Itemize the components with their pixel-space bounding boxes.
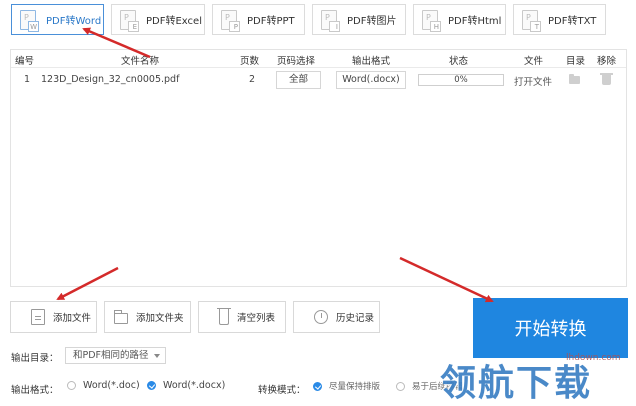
tab-pdf-to-html[interactable]: PH PDF转Html <box>413 4 506 35</box>
tab-label: PDF转Excel <box>146 16 202 27</box>
clear-list-label: 清空列表 <box>237 313 276 324</box>
mode-keep-layout-label: 尽量保持排版 <box>329 382 381 392</box>
tab-pdf-to-word[interactable]: PW PDF转Word <box>11 4 104 35</box>
pdf-doc-icon: PW <box>20 9 39 32</box>
tab-label: PDF转PPT <box>247 16 295 27</box>
col-file: 文件 <box>524 56 544 67</box>
pdf-doc-icon: PE <box>120 9 139 32</box>
convert-mode-label: 转换模式： <box>258 385 306 396</box>
tab-label: PDF转Word <box>46 16 102 27</box>
pdf-doc-icon: PH <box>422 9 441 32</box>
col-filename: 文件名称 <box>121 56 160 67</box>
output-format-label: 输出格式： <box>11 385 59 396</box>
file-icon <box>31 309 45 325</box>
clear-list-button[interactable]: 清空列表 <box>198 301 286 333</box>
output-dir-value: 和PDF相同的路径 <box>73 350 149 361</box>
watermark-logo: 领航下载 <box>440 362 593 404</box>
radio-icon <box>67 381 76 390</box>
chevron-down-icon <box>154 354 160 358</box>
add-file-button[interactable]: 添加文件 <box>10 301 97 333</box>
format-doc-label: Word(*.doc) <box>83 380 140 391</box>
radio-checked-icon <box>147 381 156 390</box>
output-format-button[interactable]: Word(.docx) <box>336 71 406 89</box>
format-option-doc[interactable]: Word(*.doc) <box>67 380 140 391</box>
file-table: 编号 文件名称 页数 页码选择 输出格式 状态 文件 目录 移除 1 123D_… <box>10 49 627 287</box>
radio-icon <box>396 381 405 391</box>
tab-pdf-to-image[interactable]: PI PDF转图片 <box>312 4 406 35</box>
output-dir-label: 输出目录： <box>11 353 59 364</box>
tab-label: PDF转图片 <box>347 16 397 27</box>
pdf-doc-icon: PP <box>221 9 240 32</box>
open-file-link[interactable]: 打开文件 <box>514 74 552 88</box>
start-convert-button[interactable]: 开始转换 <box>473 298 628 358</box>
history-label: 历史记录 <box>336 313 375 324</box>
col-output-format: 输出格式 <box>352 56 391 67</box>
col-directory: 目录 <box>566 56 586 67</box>
mode-option-keep-layout[interactable]: 尽量保持排版 <box>313 380 380 392</box>
tab-label: PDF转Html <box>448 16 502 27</box>
progress-bar: 0% <box>418 74 504 86</box>
pdf-doc-icon: PT <box>522 9 541 32</box>
add-folder-button[interactable]: 添加文件夹 <box>104 301 191 333</box>
add-file-label: 添加文件 <box>53 313 92 324</box>
page-select-button[interactable]: 全部 <box>276 71 321 89</box>
table-header: 编号 文件名称 页数 页码选择 输出格式 状态 文件 目录 移除 <box>11 50 626 68</box>
folder-icon[interactable] <box>569 74 580 84</box>
output-dir-select[interactable]: 和PDF相同的路径 <box>65 347 166 364</box>
trash-icon[interactable] <box>600 73 613 85</box>
row-filename: 123D_Design_32_cn0005.pdf <box>41 74 180 85</box>
add-folder-label: 添加文件夹 <box>136 313 184 324</box>
history-button[interactable]: 历史记录 <box>293 301 380 333</box>
conversion-tabs: PW PDF转Word PE PDF转Excel PP PDF转PPT PI P… <box>0 0 636 42</box>
tab-label: PDF转TXT <box>548 16 597 27</box>
col-pages: 页数 <box>240 56 260 67</box>
folder-icon <box>114 310 128 324</box>
col-page-select: 页码选择 <box>277 56 316 67</box>
clock-icon <box>314 310 328 324</box>
row-pages: 2 <box>249 74 256 85</box>
pdf-doc-icon: PI <box>321 9 340 32</box>
col-index: 编号 <box>15 56 35 67</box>
row-index: 1 <box>24 74 31 85</box>
radio-checked-icon <box>313 381 322 391</box>
trash-icon <box>217 308 231 325</box>
col-status: 状态 <box>449 56 469 67</box>
tab-pdf-to-ppt[interactable]: PP PDF转PPT <box>212 4 305 35</box>
tab-pdf-to-excel[interactable]: PE PDF转Excel <box>111 4 205 35</box>
tab-pdf-to-txt[interactable]: PT PDF转TXT <box>513 4 606 35</box>
col-remove: 移除 <box>597 56 617 67</box>
table-row[interactable]: 1 123D_Design_32_cn0005.pdf 2 全部 Word(.d… <box>11 70 626 90</box>
format-option-docx[interactable]: Word(*.docx) <box>147 380 225 391</box>
format-docx-label: Word(*.docx) <box>163 380 226 391</box>
progress-text: 0% <box>454 75 468 85</box>
